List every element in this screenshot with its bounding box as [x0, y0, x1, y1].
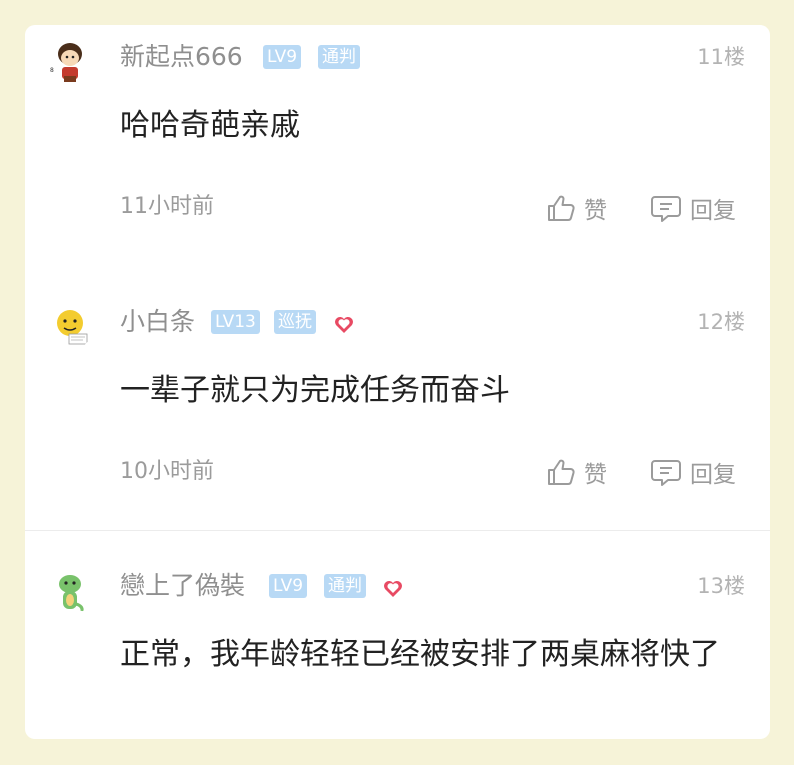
like-button[interactable]: 赞 [546, 191, 607, 225]
role-badge: 通判 [324, 574, 366, 598]
comment-text: 哈哈奇葩亲戚 [120, 108, 300, 143]
username[interactable]: 新起点666 [120, 42, 243, 72]
comment-bubble-icon [651, 196, 681, 222]
comment-item: 戀上了偽裝 LV9 通判 13楼 正常，我年龄轻轻已经被安排了两桌麻将快了 [25, 555, 770, 739]
floor-number: 12楼 [697, 310, 745, 334]
username[interactable]: 戀上了偽裝 [120, 571, 245, 601]
reply-button[interactable]: 回复 [650, 191, 736, 225]
comment-text: 正常，我年龄轻轻已经被安排了两桌麻将快了 [120, 637, 720, 672]
like-button[interactable]: 赞 [546, 455, 607, 489]
floor-number: 11楼 [697, 45, 745, 69]
user-avatar[interactable] [47, 304, 93, 350]
svg-text:8: 8 [50, 67, 54, 74]
comment-bubble-icon [651, 460, 681, 486]
role-badge: 巡抚 [274, 310, 316, 334]
comment-list: 8 新起点666 LV9 通判 11楼 哈哈奇葩亲戚 11小时前 赞 回复 小白… [25, 25, 770, 739]
heart-icon [384, 581, 402, 597]
user-avatar[interactable] [47, 569, 93, 615]
level-badge: LV9 [269, 574, 308, 598]
level-badge: LV9 [263, 45, 302, 69]
comment-text: 一辈子就只为完成任务而奋斗 [120, 373, 510, 408]
user-avatar[interactable]: 8 [47, 38, 93, 84]
timestamp: 10小时前 [120, 459, 214, 484]
thumbs-up-icon [548, 459, 575, 485]
floor-number: 13楼 [697, 574, 745, 598]
like-label: 赞 [584, 462, 607, 488]
reply-label: 回复 [690, 198, 736, 224]
comment-item: 小白条 LV13 巡抚 12楼 一辈子就只为完成任务而奋斗 10小时前 赞 回复 [25, 290, 770, 530]
heart-icon [335, 317, 353, 333]
username[interactable]: 小白条 [120, 307, 195, 337]
level-badge: LV13 [211, 310, 260, 334]
like-label: 赞 [584, 198, 607, 224]
reply-label: 回复 [690, 462, 736, 488]
thumbs-up-icon [548, 195, 575, 221]
comment-divider [25, 530, 770, 531]
comment-item: 8 新起点666 LV9 通判 11楼 哈哈奇葩亲戚 11小时前 赞 回复 [25, 25, 770, 270]
reply-button[interactable]: 回复 [650, 455, 736, 489]
timestamp: 11小时前 [120, 194, 214, 219]
role-badge: 通判 [318, 45, 360, 69]
